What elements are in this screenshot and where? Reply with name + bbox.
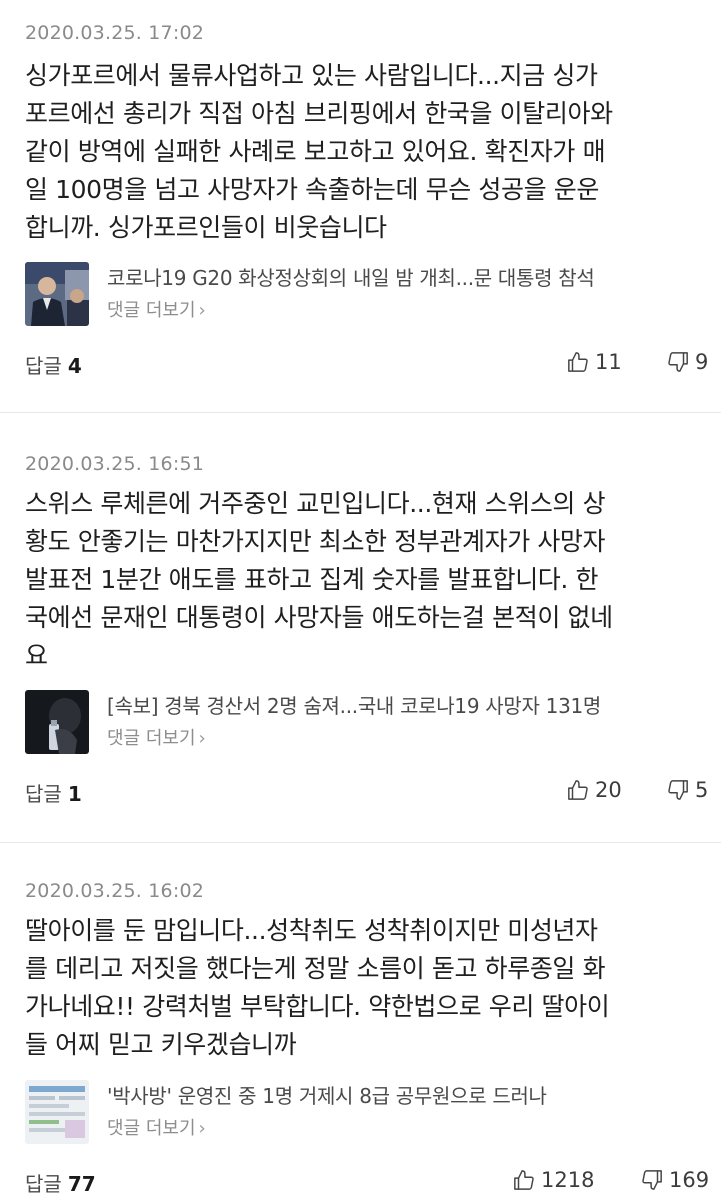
comment-timestamp: 2020.03.25. 17:02 bbox=[25, 22, 205, 44]
thumbs-down-icon bbox=[642, 1170, 662, 1190]
thumbs-down-icon bbox=[668, 780, 688, 800]
like-count: 20 bbox=[595, 778, 622, 802]
reply-button[interactable]: 답글 4 bbox=[25, 350, 82, 379]
thumbs-down-icon bbox=[668, 352, 688, 372]
reply-label[interactable]: 답글 bbox=[25, 1172, 62, 1196]
like-count: 1218 bbox=[541, 1168, 595, 1192]
like-button[interactable]: 20 bbox=[567, 778, 622, 802]
article-title[interactable]: [속보] 경북 경산서 2명 숨져...국내 코로나19 사망자 131명 bbox=[107, 690, 717, 719]
more-comments-label[interactable]: 댓글 더보기 bbox=[107, 1118, 196, 1139]
like-button[interactable]: 1218 bbox=[513, 1168, 594, 1192]
article-thumbnail[interactable] bbox=[25, 1080, 89, 1144]
related-article[interactable]: 코로나19 G20 화상정상회의 내일 밤 개최...문 대통령 참석 댓글 더… bbox=[25, 262, 715, 326]
comment-timestamp: 2020.03.25. 16:02 bbox=[25, 880, 205, 902]
like-button[interactable]: 11 bbox=[567, 350, 622, 374]
dislike-count: 5 bbox=[695, 778, 709, 802]
like-count: 11 bbox=[595, 350, 622, 374]
chevron-right-icon: › bbox=[198, 728, 206, 749]
dislike-count: 169 bbox=[669, 1168, 710, 1192]
dislike-button[interactable]: 5 bbox=[667, 778, 708, 802]
chevron-right-icon: › bbox=[198, 300, 206, 321]
dislike-button[interactable]: 169 bbox=[641, 1168, 709, 1192]
reply-count[interactable]: 77 bbox=[68, 1172, 96, 1196]
more-comments-label[interactable]: 댓글 더보기 bbox=[107, 300, 196, 321]
article-thumbnail[interactable] bbox=[25, 690, 89, 754]
chevron-right-icon: › bbox=[198, 1118, 206, 1139]
thumbs-up-icon bbox=[514, 1170, 534, 1190]
dislike-button[interactable]: 9 bbox=[667, 350, 708, 374]
reply-button[interactable]: 답글 77 bbox=[25, 1168, 96, 1197]
divider bbox=[0, 412, 721, 413]
article-title[interactable]: 코로나19 G20 화상정상회의 내일 밤 개최...문 대통령 참석 bbox=[107, 262, 717, 291]
thumbs-up-icon bbox=[568, 352, 588, 372]
article-thumbnail[interactable] bbox=[25, 262, 89, 326]
related-article[interactable]: [속보] 경북 경산서 2명 숨져...국내 코로나19 사망자 131명 댓글… bbox=[25, 690, 715, 754]
comment-text: 싱가포르에서 물류사업하고 있는 사람입니다...지금 싱가 포르에선 총리가 … bbox=[25, 61, 613, 242]
more-comments-link[interactable]: 댓글 더보기 › bbox=[107, 724, 206, 750]
dislike-count: 9 bbox=[695, 350, 709, 374]
comment-text: 스위스 루체른에 거주중인 교민입니다...현재 스위스의 상 황도 안좋기는 … bbox=[25, 489, 613, 670]
reply-label[interactable]: 답글 bbox=[25, 782, 62, 806]
more-comments-link[interactable]: 댓글 더보기 › bbox=[107, 1114, 206, 1140]
more-comments-link[interactable]: 댓글 더보기 › bbox=[107, 296, 206, 322]
article-title[interactable]: '박사방' 운영진 중 1명 거제시 8급 공무원으로 드러나 bbox=[107, 1080, 717, 1109]
divider bbox=[0, 842, 721, 843]
reply-button[interactable]: 답글 1 bbox=[25, 778, 82, 807]
reply-count[interactable]: 4 bbox=[68, 354, 82, 378]
reply-count[interactable]: 1 bbox=[68, 782, 82, 806]
more-comments-label[interactable]: 댓글 더보기 bbox=[107, 728, 196, 749]
comment-text: 딸아이를 둔 맘입니다...성착취도 성착취이지만 미성년자 를 데리고 저짓을… bbox=[25, 916, 610, 1059]
related-article[interactable]: '박사방' 운영진 중 1명 거제시 8급 공무원으로 드러나 댓글 더보기 › bbox=[25, 1080, 715, 1144]
thumbs-up-icon bbox=[568, 780, 588, 800]
reply-label[interactable]: 답글 bbox=[25, 354, 62, 378]
comment-timestamp: 2020.03.25. 16:51 bbox=[25, 453, 205, 475]
